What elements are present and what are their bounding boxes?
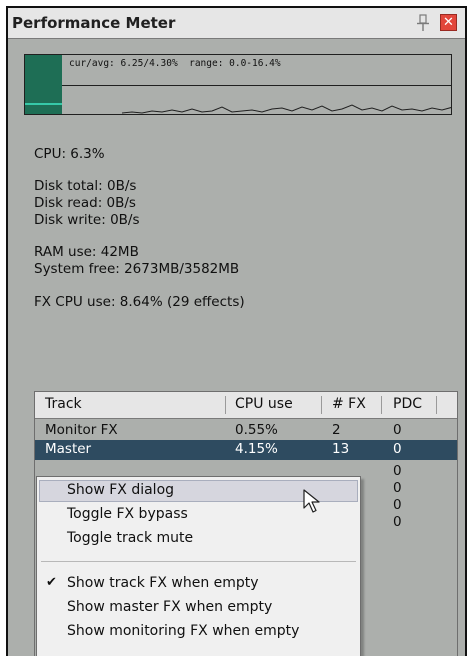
disk-write-text: Disk write: 0B/s [34, 212, 140, 228]
track-cpu: 4.15% [235, 441, 278, 457]
track-pdc: 0 [393, 441, 402, 457]
track-fx-count: 2 [332, 422, 341, 438]
cpu-current-bar [25, 55, 62, 114]
cpu-history-line [121, 104, 451, 114]
mouse-cursor-icon [303, 489, 320, 513]
track-cpu: 0.55% [235, 422, 278, 438]
title-bar[interactable]: Performance Meter ✕ [8, 8, 465, 39]
track-pdc: 0 [393, 497, 402, 513]
column-header-cpu[interactable]: CPU use [235, 396, 293, 412]
track-pdc: 0 [393, 422, 402, 438]
menu-item-show-track-fx-when-empty[interactable]: ✔ Show track FX when empty [39, 573, 358, 595]
table-row[interactable]: Monitor FX 0.55% 2 0 [35, 421, 457, 441]
cpu-bar-level [25, 103, 62, 105]
checkmark-icon: ✔ [46, 575, 57, 590]
track-pdc: 0 [393, 463, 402, 479]
column-divider[interactable] [321, 396, 322, 414]
disk-read-text: Disk read: 0B/s [34, 195, 136, 211]
column-header-fx[interactable]: # FX [332, 396, 366, 412]
graph-label: cur/avg: 6.25/4.30% range: 0.0-16.4% [69, 58, 281, 69]
menu-separator [41, 561, 356, 562]
track-pdc: 0 [393, 514, 402, 530]
performance-meter-window: Performance Meter ✕ cur/avg: 6.25/4.30% … [6, 6, 467, 656]
menu-item-show-monitoring-fx-when-empty[interactable]: Show monitoring FX when empty [39, 621, 358, 643]
cpu-graph: cur/avg: 6.25/4.30% range: 0.0-16.4% [24, 54, 452, 115]
disk-total-text: Disk total: 0B/s [34, 178, 137, 194]
cpu-text: CPU: 6.3% [34, 146, 105, 162]
pin-icon[interactable] [416, 14, 430, 32]
menu-item-show-master-fx-when-empty[interactable]: Show master FX when empty [39, 597, 358, 619]
column-divider[interactable] [436, 396, 437, 414]
fx-cpu-text: FX CPU use: 8.64% (29 effects) [34, 294, 245, 310]
table-header: Track CPU use # FX PDC [35, 392, 457, 419]
system-free-text: System free: 2673MB/3582MB [34, 261, 240, 277]
table-row-selected[interactable]: Master 4.15% 13 0 [35, 440, 457, 460]
close-icon[interactable]: ✕ [440, 14, 457, 31]
menu-item-toggle-track-mute[interactable]: Toggle track mute [39, 528, 358, 550]
track-pdc: 0 [393, 480, 402, 496]
ram-use-text: RAM use: 42MB [34, 244, 139, 260]
track-name: Master [45, 441, 92, 457]
column-divider[interactable] [225, 396, 226, 414]
track-name: Monitor FX [45, 422, 118, 438]
column-header-pdc[interactable]: PDC [393, 396, 422, 412]
column-divider[interactable] [381, 396, 382, 414]
window-title: Performance Meter [12, 14, 176, 32]
column-header-track[interactable]: Track [45, 396, 82, 412]
track-fx-count: 13 [332, 441, 350, 457]
